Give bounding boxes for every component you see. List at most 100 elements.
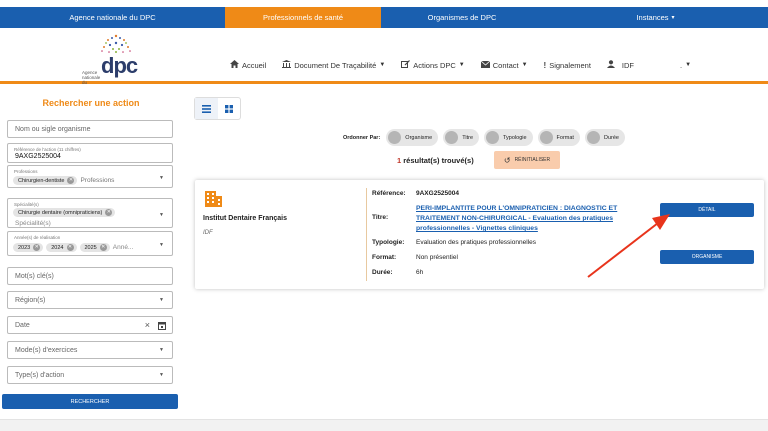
user-icon xyxy=(606,60,615,70)
reset-label: RÉINITIALISER xyxy=(514,157,551,163)
sort-option-label: Durée xyxy=(603,134,619,141)
chevron-down-icon: ▼ xyxy=(159,372,164,378)
institution-icon xyxy=(282,60,292,70)
grid-view-button[interactable] xyxy=(218,98,241,119)
menu-signalement-label: Signalement xyxy=(549,60,591,70)
region-select[interactable]: Région(s) ▼ xyxy=(7,291,173,309)
dpc-logo[interactable]: dpc Agence nationale du xyxy=(80,32,140,85)
sort-duree[interactable]: Durée xyxy=(584,129,625,146)
motcle-placeholder: Mot(s) clé(s) xyxy=(15,273,54,280)
specialite-select[interactable]: Spécialité(s) Chirurgie dentaire (omnipr… xyxy=(7,198,173,228)
duree-key: Durée: xyxy=(372,269,393,276)
reference-input[interactable]: Référence de l'action (11 chiffres) 9AXG… xyxy=(7,143,173,163)
reset-button[interactable]: ↺ RÉINITIALISER xyxy=(494,151,560,169)
close-icon[interactable]: ✕ xyxy=(67,177,75,184)
professions-select[interactable]: Professions Chirurgien-dentiste ✕ Profess… xyxy=(7,165,173,188)
tab-organismes[interactable]: Organismes de DPC xyxy=(381,7,543,28)
view-toggle xyxy=(194,97,241,120)
typologie-key: Typologie: xyxy=(372,239,405,246)
annee-chip[interactable]: 2025 ✕ xyxy=(79,243,110,252)
menu-actions[interactable]: Actions DPC ▼ xyxy=(401,60,465,70)
tab-instances[interactable]: Instances ▾ xyxy=(543,7,768,28)
menu-signalement[interactable]: ! Signalement xyxy=(544,61,591,70)
close-icon[interactable]: ✕ xyxy=(33,244,41,251)
tab-agence-label: Agence nationale du DPC xyxy=(69,13,156,22)
chevron-down-icon: ▾ xyxy=(671,15,675,21)
toggle-icon xyxy=(586,131,600,144)
sort-typologie[interactable]: Typologie xyxy=(484,129,533,146)
mode-placeholder: Mode(s) d'exercices xyxy=(15,347,78,354)
card-divider xyxy=(366,188,367,281)
reference-value: 9AXG2525004 xyxy=(15,153,61,160)
annotation-arrow-icon xyxy=(587,214,670,278)
motcle-input[interactable]: Mot(s) clé(s) xyxy=(7,267,173,285)
sort-label: Ordonner Par: xyxy=(343,134,381,141)
close-icon[interactable]: ✕ xyxy=(105,209,113,216)
sort-option-label: Typologie xyxy=(503,134,527,141)
results-number: 1 xyxy=(397,156,402,165)
top-navigation: Agence nationale du DPC Professionnels d… xyxy=(0,7,768,28)
format-key: Format: xyxy=(372,254,397,261)
sort-organisme[interactable]: Organisme xyxy=(386,129,439,146)
mode-exercice-select[interactable]: Mode(s) d'exercices ▼ xyxy=(7,341,173,359)
exclamation-icon: ! xyxy=(543,60,547,70)
chevron-down-icon: ▼ xyxy=(685,62,692,68)
tab-organismes-label: Organismes de DPC xyxy=(427,13,497,22)
list-view-button[interactable] xyxy=(195,98,218,119)
sort-option-label: Format xyxy=(556,134,574,141)
menu-contact-label: Contact xyxy=(492,60,519,70)
date-input[interactable]: Date × xyxy=(7,316,173,334)
typologie-value: Evaluation des pratiques professionnelle… xyxy=(416,239,536,246)
annees-select[interactable]: Année(s) de réalisation 2023 ✕ 2024 ✕ 2025… xyxy=(7,231,173,256)
reference-key: Référence: xyxy=(372,190,406,197)
logo-text: dpc xyxy=(101,53,138,78)
search-panel: Rechercher une action Nom ou sigle organ… xyxy=(0,90,182,412)
menu-contact[interactable]: Contact ▼ xyxy=(480,60,528,70)
specialite-chip[interactable]: Chirurgie dentaire (omnipraticiens) ✕ xyxy=(13,208,116,217)
annee-chip[interactable]: 2023 ✕ xyxy=(13,243,44,252)
chevron-down-icon: ▼ xyxy=(159,175,164,181)
sort-titre[interactable]: Titre xyxy=(443,129,479,146)
tab-agence[interactable]: Agence nationale du DPC xyxy=(0,7,225,28)
list-icon xyxy=(201,104,211,113)
type-action-select[interactable]: Type(s) d'action ▼ xyxy=(7,366,173,384)
edit-icon xyxy=(401,60,411,70)
search-title: Rechercher une action xyxy=(42,98,140,108)
sort-format[interactable]: Format xyxy=(537,129,580,146)
building-icon xyxy=(205,191,222,207)
toggle-icon xyxy=(445,131,459,144)
page-footer xyxy=(0,419,768,431)
tab-professionnels[interactable]: Professionnels de santé xyxy=(225,7,381,28)
close-icon[interactable]: ✕ xyxy=(99,244,107,251)
home-icon xyxy=(230,60,239,70)
organisme-placeholder: Nom ou sigle organisme xyxy=(15,126,91,133)
chevron-down-icon: ▼ xyxy=(159,347,164,353)
annees-label: Année(s) de réalisation xyxy=(14,235,61,240)
calendar-icon[interactable] xyxy=(158,321,166,332)
chevron-down-icon: ▼ xyxy=(458,62,465,68)
menu-accueil[interactable]: Accueil xyxy=(230,60,266,70)
professions-label: Professions xyxy=(14,169,38,174)
menu-tracabilite[interactable]: Document De Traçabilité ▼ xyxy=(282,60,385,70)
profession-chip[interactable]: Chirurgien-dentiste ✕ xyxy=(13,176,78,185)
format-value: Non présentiel xyxy=(416,254,458,261)
annee-chip[interactable]: 2024 ✕ xyxy=(46,243,77,252)
undo-icon: ↺ xyxy=(503,155,511,165)
organisme-input[interactable]: Nom ou sigle organisme xyxy=(7,120,173,138)
toggle-icon xyxy=(486,131,499,144)
clear-icon[interactable]: × xyxy=(145,320,150,330)
reference-label: Référence de l'action (11 chiffres) xyxy=(14,147,81,152)
chevron-down-icon: ▼ xyxy=(159,242,164,248)
menu-user[interactable]: IDF xyxy=(606,60,634,70)
close-icon[interactable]: ✕ xyxy=(66,244,74,251)
menu-actions-label: Actions DPC xyxy=(413,60,456,70)
grid-icon xyxy=(224,104,233,113)
search-button[interactable]: RECHERCHER xyxy=(2,394,178,409)
annees-placeholder: Anné... xyxy=(112,244,134,251)
date-placeholder: Date xyxy=(15,322,30,329)
professions-placeholder: Professions xyxy=(80,177,115,184)
menu-extra-label: . xyxy=(680,60,683,70)
titre-key: Titre: xyxy=(372,214,389,221)
main-menu: Accueil Document De Traçabilité ▼ Action… xyxy=(230,60,707,70)
menu-extra[interactable]: . ▼ xyxy=(680,61,691,70)
